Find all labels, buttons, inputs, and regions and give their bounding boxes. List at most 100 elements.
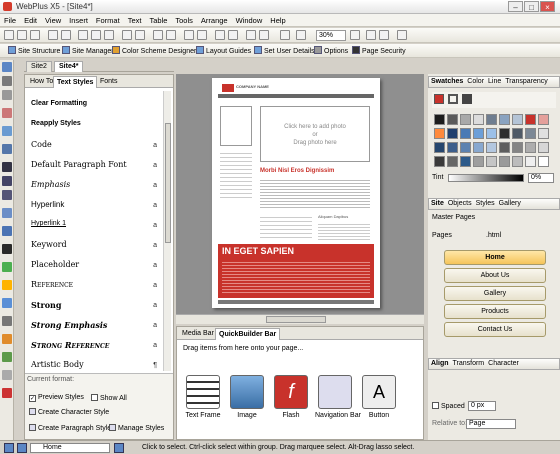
pointer-tool-icon[interactable] bbox=[2, 62, 12, 72]
style-placeholder[interactable]: Placeholder a bbox=[29, 257, 159, 273]
style-strong[interactable]: Strong a bbox=[29, 297, 159, 313]
paste-icon[interactable] bbox=[104, 30, 114, 40]
site-structure-button[interactable]: Site Structure bbox=[8, 46, 60, 57]
align-icon[interactable] bbox=[259, 30, 269, 40]
style-default-paragraph-font[interactable]: Default Paragraph Font a bbox=[29, 157, 159, 173]
zoom-tool-icon[interactable] bbox=[2, 126, 12, 136]
new-icon[interactable] bbox=[4, 30, 14, 40]
swatch[interactable] bbox=[486, 128, 497, 139]
swatch[interactable] bbox=[512, 128, 523, 139]
undo-icon[interactable] bbox=[122, 30, 132, 40]
swatch[interactable] bbox=[538, 128, 549, 139]
open-icon[interactable] bbox=[17, 30, 27, 40]
page-nav-first-icon[interactable] bbox=[4, 443, 14, 453]
ecommerce-icon[interactable] bbox=[2, 370, 12, 380]
swatch[interactable] bbox=[447, 142, 458, 153]
swatch[interactable] bbox=[434, 114, 445, 125]
page-nav-prev-icon[interactable] bbox=[17, 443, 27, 453]
hscroll-thumb[interactable] bbox=[266, 316, 326, 323]
preview-styles-checkbox[interactable]: ✓ Preview Styles bbox=[29, 394, 84, 402]
tab-media-bar[interactable]: Media Bar bbox=[179, 328, 217, 340]
swatch[interactable] bbox=[434, 142, 445, 153]
zoom-in-icon[interactable] bbox=[350, 30, 360, 40]
menu-format[interactable]: Format bbox=[92, 14, 124, 27]
swatch[interactable] bbox=[499, 156, 510, 167]
page-products[interactable]: Products bbox=[444, 304, 546, 319]
cut-icon[interactable] bbox=[78, 30, 88, 40]
menu-file[interactable]: File bbox=[0, 14, 20, 27]
tab-objects[interactable]: Objects bbox=[446, 199, 474, 209]
maximize-button[interactable]: □ bbox=[524, 1, 539, 12]
save-icon[interactable] bbox=[30, 30, 40, 40]
nav-bar[interactable] bbox=[218, 94, 374, 98]
style-strong-emphasis[interactable]: Strong Emphasis a bbox=[29, 317, 159, 333]
smart-object-icon[interactable] bbox=[2, 352, 12, 362]
style-code[interactable]: Code a bbox=[29, 137, 159, 153]
swatch[interactable] bbox=[473, 128, 484, 139]
redo-icon[interactable] bbox=[135, 30, 145, 40]
set-user-details-button[interactable]: Set User Details bbox=[254, 46, 315, 57]
tab-character[interactable]: Character bbox=[486, 359, 521, 369]
swatch[interactable] bbox=[525, 142, 536, 153]
style-reapply-styles[interactable]: Reapply Styles bbox=[29, 117, 159, 133]
menu-table[interactable]: Table bbox=[145, 14, 171, 27]
canvas-hscrollbar[interactable] bbox=[176, 314, 424, 324]
swatch[interactable] bbox=[486, 114, 497, 125]
style-emphasis[interactable]: Emphasis a bbox=[29, 177, 159, 193]
format-icon[interactable] bbox=[166, 30, 176, 40]
swatch[interactable] bbox=[460, 142, 471, 153]
tab-styles[interactable]: Styles bbox=[474, 199, 497, 209]
page-contact-us[interactable]: Contact Us bbox=[444, 322, 546, 337]
web-page[interactable]: COMPANY NAME Click here to add photo or … bbox=[212, 78, 380, 308]
text-frame-item[interactable]: Text Frame bbox=[183, 375, 223, 419]
create-paragraph-style-button[interactable]: Create Paragraph Style bbox=[29, 424, 111, 432]
tint-input[interactable]: 0% bbox=[528, 173, 554, 183]
text-tool-icon[interactable] bbox=[2, 162, 12, 172]
shape-tool-icon[interactable] bbox=[2, 262, 12, 272]
menu-window[interactable]: Window bbox=[232, 14, 267, 27]
swatch[interactable] bbox=[538, 142, 549, 153]
style-hyperlink-1[interactable]: Hyperlink 1 a bbox=[29, 217, 159, 233]
node-tool-icon[interactable] bbox=[2, 76, 12, 86]
style-artistic-body[interactable]: Artistic Body ¶ bbox=[29, 357, 159, 371]
menu-view[interactable]: View bbox=[41, 14, 65, 27]
show-all-checkbox[interactable]: Show All bbox=[91, 394, 127, 402]
page-security-button[interactable]: Page Security bbox=[352, 46, 406, 57]
page-home[interactable]: Home bbox=[444, 250, 546, 265]
swatch[interactable] bbox=[525, 114, 536, 125]
style-list-scrollbar[interactable] bbox=[163, 91, 171, 371]
pan-icon[interactable] bbox=[379, 30, 389, 40]
tab-site[interactable]: Site bbox=[429, 199, 446, 209]
tab-line[interactable]: Line bbox=[486, 77, 503, 87]
swatch[interactable] bbox=[512, 156, 523, 167]
bring-front-icon[interactable] bbox=[184, 30, 194, 40]
tab-fonts[interactable]: Fonts bbox=[97, 76, 121, 88]
relative-to-select[interactable]: Page bbox=[466, 419, 516, 429]
tab-gallery[interactable]: Gallery bbox=[497, 199, 523, 209]
tab-transform[interactable]: Transform bbox=[451, 359, 487, 369]
swatch[interactable] bbox=[499, 114, 510, 125]
pen-tool-icon[interactable] bbox=[2, 144, 12, 154]
zoom-tool-icon[interactable] bbox=[366, 30, 376, 40]
swatch[interactable] bbox=[434, 156, 445, 167]
html-tool-icon[interactable] bbox=[2, 316, 12, 326]
image-item[interactable]: Image bbox=[227, 375, 267, 419]
swatch[interactable] bbox=[460, 156, 471, 167]
spaced-checkbox[interactable]: Spaced bbox=[432, 402, 465, 410]
html-extension[interactable]: .html bbox=[486, 232, 501, 239]
tab-how-to[interactable]: How To bbox=[27, 76, 56, 88]
swatch[interactable] bbox=[512, 114, 523, 125]
layout-guides-button[interactable]: Layout Guides bbox=[196, 46, 251, 57]
red-banner[interactable]: IN EGET SAPIEN bbox=[218, 244, 374, 298]
form-tool-icon[interactable] bbox=[2, 298, 12, 308]
close-button[interactable]: × bbox=[540, 1, 555, 12]
button-item[interactable]: A Button bbox=[359, 375, 399, 419]
tint-slider[interactable] bbox=[448, 174, 524, 182]
picture-tool-icon[interactable] bbox=[2, 208, 12, 218]
swatch[interactable] bbox=[434, 128, 445, 139]
tab-color[interactable]: Color bbox=[465, 77, 486, 87]
menu-tools[interactable]: Tools bbox=[171, 14, 197, 27]
swatch[interactable] bbox=[447, 128, 458, 139]
page-nav-next-icon[interactable] bbox=[114, 443, 124, 453]
options-button[interactable]: Options bbox=[314, 46, 348, 57]
